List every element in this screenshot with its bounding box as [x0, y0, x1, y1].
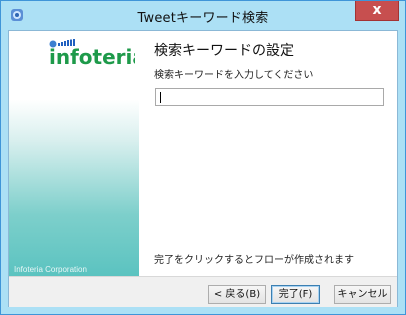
company-name: Infoteria Corporation — [14, 265, 87, 274]
keyword-instruction: 検索キーワードを入力してください — [154, 70, 314, 81]
logo-wordmark: infoteria — [49, 45, 135, 69]
wizard-window: Tweetキーワード検索 x infoteria Infoteria Corpo… — [0, 0, 406, 315]
title-bar[interactable]: Tweetキーワード検索 x — [1, 1, 405, 30]
side-panel: infoteria Infoteria Corporation — [9, 31, 146, 276]
close-icon: x — [372, 2, 382, 18]
infoteria-logo: infoteria — [47, 39, 146, 69]
close-button[interactable]: x — [355, 1, 399, 21]
button-bar: < 戻る(B) 完了(F) キャンセル — [9, 276, 397, 307]
page-heading: 検索キーワードの設定 — [154, 43, 294, 59]
window-title: Tweetキーワード検索 — [137, 11, 269, 26]
text-caret — [160, 92, 161, 103]
completion-note: 完了をクリックするとフローが作成されます — [154, 255, 354, 266]
finish-button[interactable]: 完了(F) — [271, 285, 320, 304]
wizard-client-area: infoteria Infoteria Corporation 検索キーワードの… — [8, 30, 398, 307]
cancel-button[interactable]: キャンセル — [334, 285, 391, 304]
keyword-input[interactable] — [155, 88, 384, 106]
back-button[interactable]: < 戻る(B) — [208, 285, 266, 304]
